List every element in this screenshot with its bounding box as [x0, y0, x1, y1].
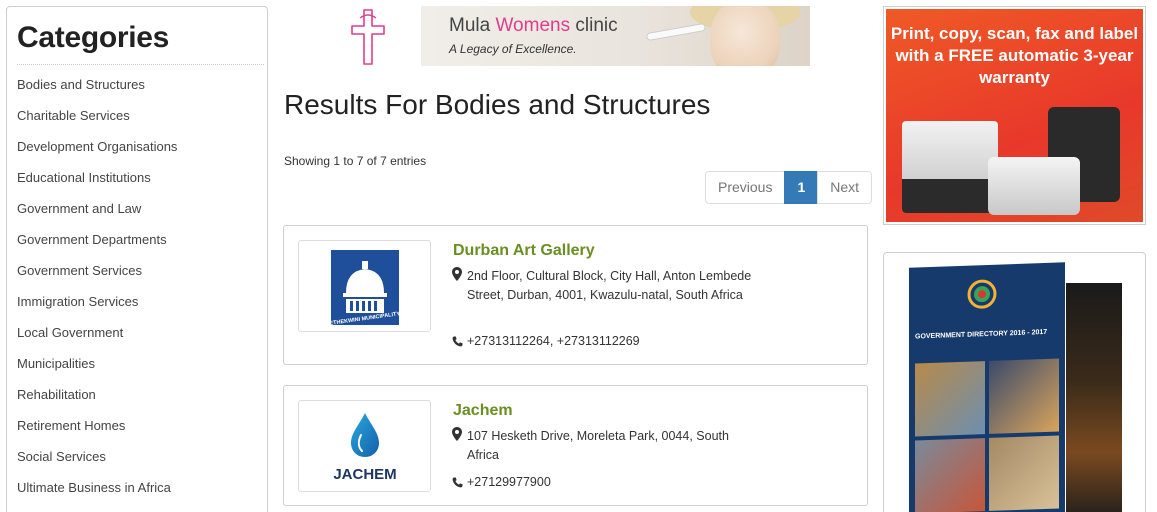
categories-sidebar: Categories Bodies and Structures Charita…: [6, 6, 268, 512]
category-item[interactable]: Ultimate Business in Africa: [17, 475, 177, 506]
category-item[interactable]: Government Services: [17, 258, 177, 289]
printer-image: [902, 121, 998, 213]
logo-lettering: JACHEM: [333, 466, 396, 483]
listing-phone: +27129977900: [452, 475, 551, 489]
banner-test-stick-image: [645, 22, 707, 42]
banner-model-image: [710, 6, 780, 66]
category-item[interactable]: Municipalities: [17, 351, 177, 382]
category-item[interactable]: Educational Institutions: [17, 165, 177, 196]
next-page-button[interactable]: Next: [817, 171, 873, 204]
previous-page-button[interactable]: Previous: [705, 171, 786, 204]
printer-warranty-ad[interactable]: Print, copy, scan, fax and label with a …: [883, 6, 1146, 225]
category-item[interactable]: Local Government: [17, 320, 177, 351]
phone-icon: [452, 477, 465, 488]
listing-card: JACHEM Jachem 107 Hesketh Drive, Morelet…: [283, 385, 868, 506]
category-item[interactable]: Government and Law: [17, 196, 177, 227]
listing-logo[interactable]: JACHEM: [298, 400, 431, 492]
scanner-image: [988, 157, 1080, 215]
directory-cover-image: GOVERNMENT DIRECTORY 2016 - 2017: [909, 262, 1065, 512]
listing-address: 107 Hesketh Drive, Moreleta Park, 0044, …: [452, 427, 752, 465]
printer-ad-headline: Print, copy, scan, fax and label with a …: [890, 24, 1139, 87]
address-text: 2nd Floor, Cultural Block, City Hall, An…: [467, 269, 752, 302]
address-text: 107 Hesketh Drive, Moreleta Park, 0044, …: [467, 429, 729, 462]
category-item[interactable]: Government Departments: [17, 227, 177, 258]
category-item[interactable]: Rehabilitation: [17, 382, 177, 413]
page-title: Results For Bodies and Structures: [284, 89, 711, 120]
phone-text[interactable]: +27313112264, +27313112269: [467, 334, 640, 348]
listing-name[interactable]: Durban Art Gallery: [453, 242, 595, 260]
phone-icon: [452, 336, 465, 347]
entries-count: Showing 1 to 7 of 7 entries: [284, 154, 427, 168]
map-marker-icon: [452, 427, 465, 465]
directory-emblem-icon: [967, 279, 997, 309]
phone-text[interactable]: +27129977900: [467, 475, 551, 489]
clinic-banner-ad[interactable]: Mula Womens clinic A Legacy of Excellenc…: [421, 6, 810, 66]
listing-card: ETHEKWINI MUNICIPALITY Durban Art Galler…: [283, 225, 868, 365]
listing-name[interactable]: Jachem: [453, 402, 513, 420]
clinic-tagline: A Legacy of Excellence.: [449, 42, 577, 56]
pagination: Previous 1 Next: [705, 171, 873, 204]
listing-phone: +27313112264, +27313112269: [452, 334, 640, 348]
category-item[interactable]: Charitable Services: [17, 103, 177, 134]
category-item[interactable]: Bodies and Structures: [17, 72, 177, 103]
category-item[interactable]: Retirement Homes: [17, 413, 177, 444]
printer-ad-background: Print, copy, scan, fax and label with a …: [886, 9, 1143, 222]
government-directory-ad[interactable]: GOVERNMENT DIRECTORY 2016 - 2017: [883, 252, 1146, 512]
sidebar-divider: [17, 64, 264, 65]
category-item[interactable]: Immigration Services: [17, 289, 177, 320]
directory-cover-title: GOVERNMENT DIRECTORY 2016 - 2017: [915, 328, 1048, 341]
map-marker-icon: [452, 267, 465, 305]
listing-logo[interactable]: ETHEKWINI MUNICIPALITY: [298, 240, 431, 332]
listing-address: 2nd Floor, Cultural Block, City Hall, An…: [452, 267, 752, 305]
category-item[interactable]: Development Organisations: [17, 134, 177, 165]
clinic-name: Mula Womens clinic: [449, 15, 618, 36]
directory-cover-photos: [915, 358, 1059, 512]
directory-back-pages-image: [1066, 283, 1122, 512]
category-list: Bodies and Structures Charitable Service…: [17, 72, 177, 506]
category-item[interactable]: Social Services: [17, 444, 177, 475]
sidebar-title: Categories: [17, 21, 170, 54]
clinic-cross-logo[interactable]: [350, 8, 386, 66]
page-1-button[interactable]: 1: [784, 171, 819, 204]
